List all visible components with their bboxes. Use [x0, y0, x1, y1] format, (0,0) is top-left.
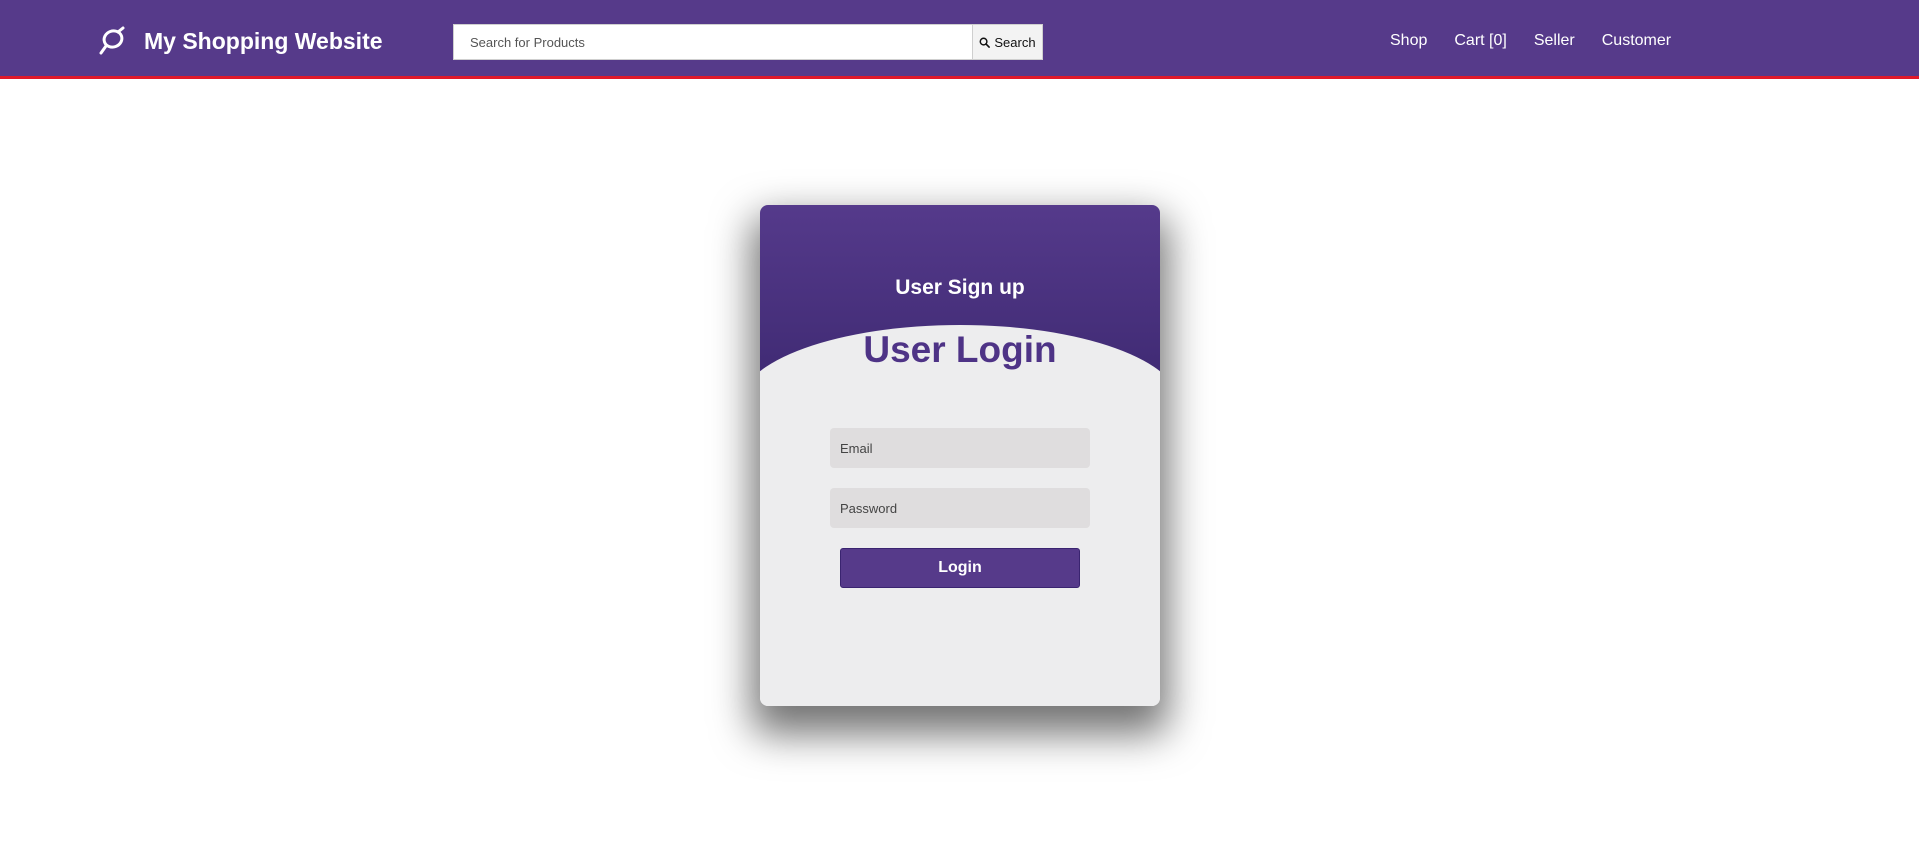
search-input[interactable]: [453, 24, 973, 60]
search-button-label: Search: [994, 34, 1036, 50]
login-card: User Sign up User Login Login: [760, 205, 1160, 706]
brand-link[interactable]: My Shopping Website: [98, 24, 383, 58]
login-button[interactable]: Login: [840, 548, 1080, 588]
brand-name: My Shopping Website: [144, 27, 383, 54]
brand-logo-icon: [98, 26, 126, 56]
search-form: Search: [453, 24, 1043, 60]
signup-link[interactable]: User Sign up: [760, 274, 1160, 302]
search-button[interactable]: Search: [973, 24, 1043, 60]
nav-cart[interactable]: Cart [0]: [1454, 30, 1506, 52]
email-field[interactable]: [830, 428, 1090, 468]
main-nav: Shop Cart [0] Seller Customer: [1390, 30, 1698, 52]
login-title: User Login: [863, 329, 1057, 370]
nav-customer[interactable]: Customer: [1602, 30, 1671, 52]
search-icon: [979, 37, 991, 48]
password-field[interactable]: [830, 488, 1090, 528]
top-navbar: My Shopping Website Search Shop Cart [0]…: [0, 0, 1919, 79]
nav-seller[interactable]: Seller: [1534, 30, 1575, 52]
nav-shop[interactable]: Shop: [1390, 30, 1427, 52]
